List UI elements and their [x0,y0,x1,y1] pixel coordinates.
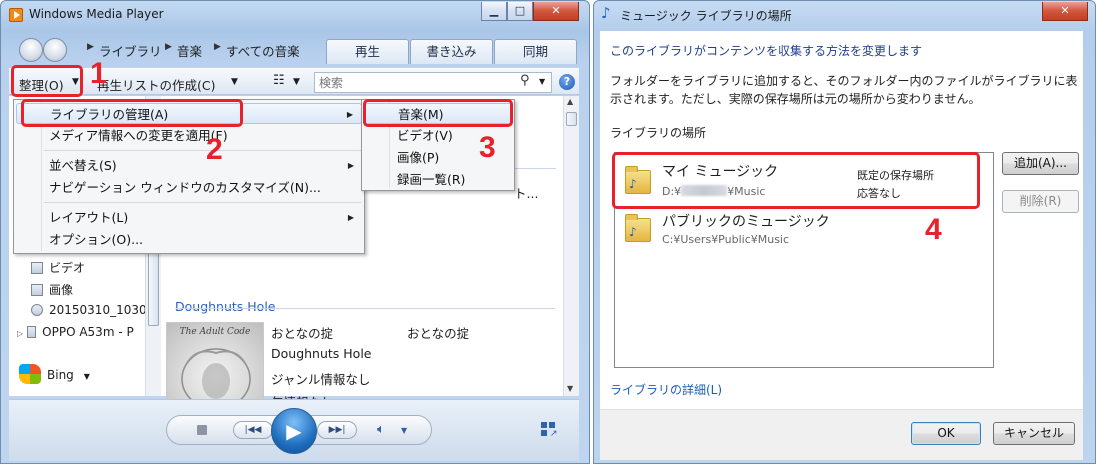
track-title[interactable]: おとなの掟 [407,323,469,342]
ok-button[interactable]: OK [911,422,981,445]
nav-scrollbar-thumb[interactable] [148,246,159,326]
album-group-title[interactable]: Doughnuts Hole [175,299,276,314]
dialog-titlebar[interactable]: ♪ ミュージック ライブラリの場所 ✕ [594,1,1095,29]
dialog-title: ミュージック ライブラリの場所 [620,9,792,23]
tab-sync[interactable]: 同期 [494,39,577,64]
library-details-link[interactable]: ライブラリの詳細(L) [610,381,722,398]
content-scrollbar-thumb[interactable] [566,112,577,126]
remove-location-button[interactable]: 削除(R) [1002,190,1079,213]
location-name: パブリックのミュージック [662,214,830,230]
chevron-down-icon[interactable]: ▼ [231,77,238,87]
search-box[interactable]: ⚲ ▼ [314,72,552,93]
nav-item-pictures[interactable]: 画像 [31,281,73,298]
menu-separator [44,150,361,151]
volume-icon[interactable]: 🔈︎ [377,422,385,437]
search-icon[interactable]: ⚲ [520,73,530,88]
locations-label: ライブラリの場所 [610,126,707,140]
highlight-box-my-music [612,152,980,209]
minimize-button[interactable]: ▁ [481,2,507,21]
library-dialog-window: ♪ ミュージック ライブラリの場所 ✕ このライブラリがコンテンツを収集する方法… [593,0,1096,464]
nav-item-disc[interactable]: 20150310_1030 [31,303,147,317]
highlight-box-organize [11,65,83,97]
chevron-down-icon[interactable]: ▼ [293,77,300,87]
dialog-heading: このライブラリがコンテンツを収集する方法を変更します [610,44,923,58]
search-input[interactable] [315,73,515,92]
expand-arrow-icon[interactable]: ▷ [17,329,23,338]
highlight-box-manage-libraries [21,99,243,127]
windows-logo-icon [19,364,41,384]
maximize-button[interactable]: □ [507,2,533,21]
dialog-close-button[interactable]: ✕ [1042,2,1088,21]
phone-icon [27,326,37,338]
view-options-icon[interactable]: ☷ [273,73,285,88]
crumb-sep-icon: ▶ [165,42,172,52]
wmp-app-icon [9,8,23,22]
chevron-down-icon[interactable]: ▼ [84,372,90,381]
breadcrumb-music[interactable]: 音楽 [177,41,202,60]
step-number-1: 1 [90,57,107,90]
video-icon [31,262,43,274]
album-detail-title: おとなの掟 [271,326,334,341]
submenu-item-recorded-tv[interactable]: 録画一覧(R) [364,169,512,190]
dialog-body: このライブラリがコンテンツを収集する方法を変更します フォルダーをライブラリに追… [600,31,1083,409]
forward-button[interactable] [43,38,67,62]
crumb-sep-icon: ▶ [87,42,94,52]
submenu-arrow-icon: ▶ [347,161,354,170]
cancel-button[interactable]: キャンセル [993,422,1075,445]
transport-controls: |◀◀ ▶ ▶▶| 🔈︎ ▼ [166,408,432,454]
create-playlist-button[interactable]: 再生リストの作成(C) [97,75,215,94]
scroll-down-arrow-icon[interactable]: ▼ [567,384,573,393]
picture-icon [31,284,43,296]
back-button[interactable] [19,38,43,62]
highlight-box-music [363,99,513,127]
crumb-sep-icon: ▶ [214,42,221,52]
help-icon[interactable]: ? [559,74,575,90]
dialog-description: フォルダーをライブラリに追加すると、そのフォルダー内のファイルがライブラリに表示… [610,74,1078,106]
tab-burn[interactable]: 書き込み [410,39,493,64]
menu-item-apply-media-info[interactable]: メディア情報への変更を適用(F) [16,125,362,146]
wmp-window: Windows Media Player ▁ □ ✕ ▶ ライブラリ ▶ 音楽 … [0,0,590,464]
album-divider [175,308,555,309]
nav-item-device[interactable]: ▷ OPPO A53m - P [17,325,134,339]
close-button[interactable]: ✕ [533,2,579,21]
chevron-down-icon[interactable]: ▼ [401,426,407,435]
add-location-button[interactable]: 追加(A)... [1002,152,1079,175]
dialog-footer: OK キャンセル [600,409,1083,460]
step-number-2: 2 [206,133,223,166]
partial-column-text: ト... [514,186,539,201]
album-detail-genre: ジャンル情報なし [271,372,371,387]
wmp-titlebar[interactable]: Windows Media Player ▁ □ ✕ [1,1,589,29]
menu-item-customize-nav[interactable]: ナビゲーション ウィンドウのカスタマイズ(N)... [16,177,362,198]
wmp-title: Windows Media Player [29,7,164,21]
step-number-4: 4 [925,213,942,246]
switch-view-icon[interactable]: ↗ [541,422,559,439]
music-note-icon: ♪ [601,4,611,22]
menu-item-options[interactable]: オプション(O)... [16,229,362,250]
tab-play[interactable]: 再生 [326,39,409,64]
stop-icon[interactable] [197,425,207,435]
nav-item-video[interactable]: ビデオ [31,259,85,276]
breadcrumb-all-music[interactable]: すべての音楽 [226,41,300,60]
breadcrumb-library[interactable]: ライブラリ [99,41,162,60]
next-button[interactable]: ▶▶| [317,421,357,439]
music-folder-icon: ♪ [625,214,651,242]
nav-item-bing[interactable]: Bing ▼ [19,364,90,384]
play-button[interactable]: ▶ [271,408,317,454]
disc-icon [31,304,43,316]
menu-separator [44,202,361,203]
menu-item-layout[interactable]: レイアウト(L) ▶ [16,207,362,228]
playback-bar: |◀◀ ▶ ▶▶| 🔈︎ ▼ ↗ [9,399,579,461]
submenu-arrow-icon: ▶ [347,213,354,222]
content-scrollbar[interactable]: ▲ ▼ [563,96,579,396]
scroll-up-arrow-icon[interactable]: ▲ [567,97,573,106]
previous-button[interactable]: |◀◀ [233,421,273,439]
chevron-down-icon[interactable]: ▼ [539,77,545,86]
submenu-arrow-icon: ▶ [346,110,353,119]
album-detail-artist: Doughnuts Hole [271,346,372,361]
location-path: C:¥Users¥Public¥Music [662,233,790,246]
step-number-3: 3 [479,131,496,164]
menu-item-sort[interactable]: 並べ替え(S) ▶ [16,155,362,176]
